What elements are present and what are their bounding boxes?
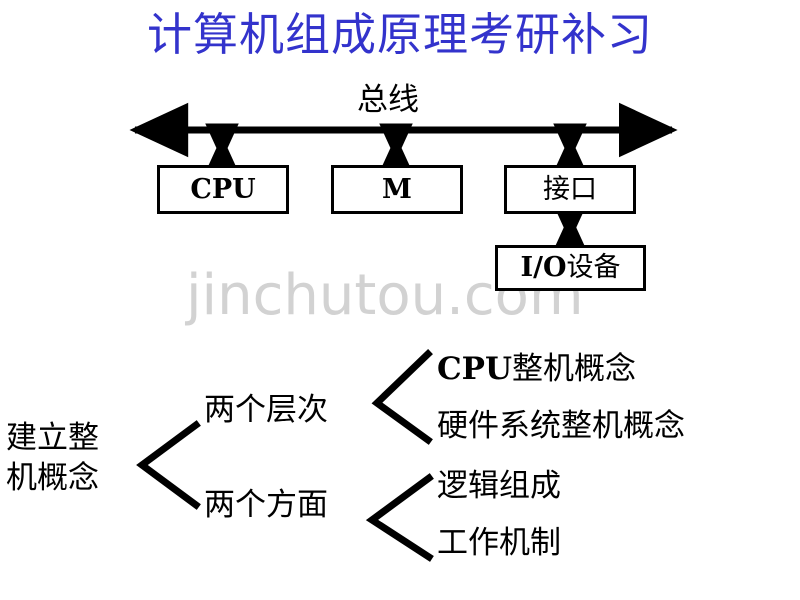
bracket-aspects (365, 473, 434, 562)
tree-leaf-hardware-suffix: 硬件系统整机概念 (437, 408, 685, 444)
tree-branch-levels-label: 两个层次 (204, 392, 328, 428)
tree-leaf-mechanism-suffix: 工作机制 (437, 525, 561, 561)
tree-root-label: 建立整 机概念 (6, 418, 99, 498)
bracket-levels (371, 349, 433, 445)
tree-root-line1: 建立整 (6, 420, 99, 456)
tree-leaf-cpu-prefix: CPU (437, 351, 513, 387)
bracket-root (136, 420, 201, 510)
tree-leaf-hardware-concept: 硬件系统整机概念 (437, 406, 685, 446)
tree-root-line2: 机概念 (6, 460, 99, 496)
tree-leaf-cpu-concept: CPU整机概念 (437, 349, 636, 389)
concept-tree-diagram: 建立整 机概念 两个层次 两个方面 CPU整机概念 硬件系统整机概念 逻辑组成 … (0, 0, 800, 600)
tree-branch-lines (136, 349, 434, 562)
tree-branch-aspects-label: 两个方面 (204, 487, 328, 523)
tree-leaf-cpu-suffix: 整机概念 (512, 351, 637, 387)
tree-leaf-logic-suffix: 逻辑组成 (437, 468, 561, 504)
tree-leaf-working-mechanism: 工作机制 (437, 523, 561, 563)
tree-leaf-logic-composition: 逻辑组成 (437, 466, 561, 506)
slide-canvas: 计算机组成原理考研补习 jinchutou.com 总线 CPU M 接口 I/… (0, 0, 800, 600)
